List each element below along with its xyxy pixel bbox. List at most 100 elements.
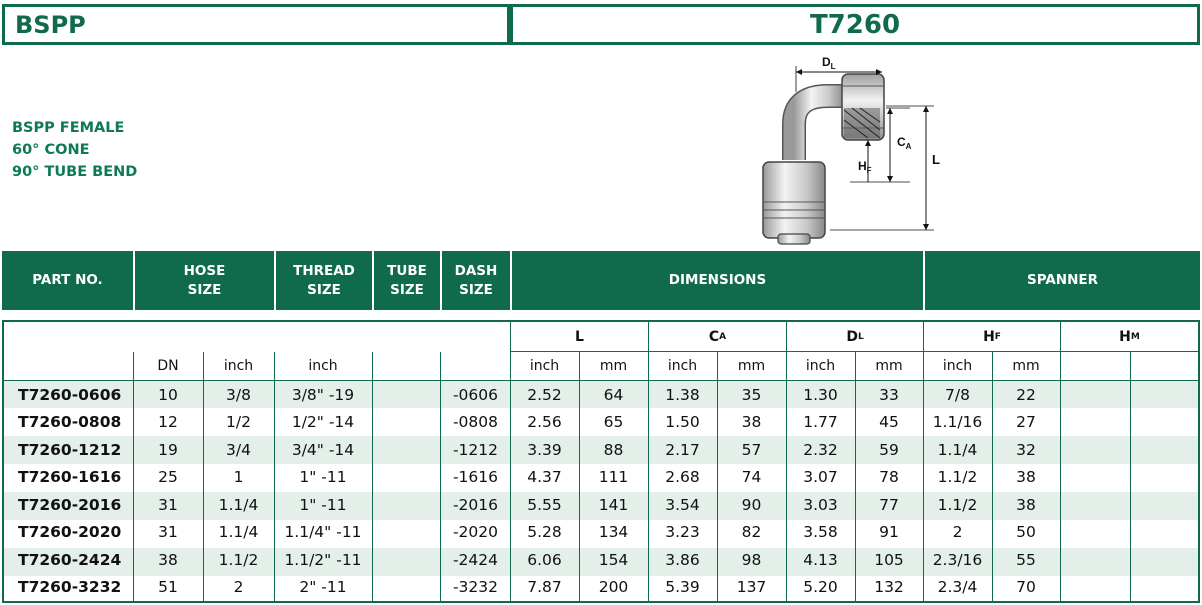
hf-mm-cell: 38 bbox=[1016, 495, 1036, 514]
ca-mm-cell: 38 bbox=[741, 413, 762, 432]
dash-cell: -0606 bbox=[452, 385, 498, 404]
ca-inch-cell: 1.38 bbox=[665, 385, 700, 404]
l-mm-cell: 111 bbox=[598, 468, 629, 487]
unit-ca-inch: inch bbox=[667, 358, 698, 374]
fitting-description: BSPP FEMALE 60° CONE 90° TUBE BEND bbox=[12, 117, 137, 183]
part-no-cell: T7260-2424 bbox=[18, 550, 122, 569]
hm-a-cell bbox=[1060, 409, 1130, 437]
hf-mm-cell: 32 bbox=[1016, 440, 1036, 459]
l-mm-cell: 65 bbox=[603, 413, 624, 432]
title-left-text: BSPP bbox=[15, 10, 86, 39]
header-tube-size: TUBE SIZE bbox=[387, 262, 427, 298]
hose-inch-cell: 3/8 bbox=[226, 385, 251, 404]
hf-inch-cell: 2 bbox=[952, 523, 963, 542]
header-thread-size: THREAD SIZE bbox=[293, 262, 355, 298]
ca-inch-cell: 2.17 bbox=[665, 440, 700, 459]
dn-cell: 12 bbox=[158, 413, 178, 432]
dl-mm-cell: 91 bbox=[879, 523, 899, 542]
l-inch-cell: 7.87 bbox=[527, 578, 562, 597]
group-ca: CA bbox=[708, 328, 727, 345]
hf-inch-cell: 2.3/16 bbox=[932, 550, 983, 569]
ca-inch-cell: 1.50 bbox=[665, 413, 700, 432]
dl-inch-cell: 1.30 bbox=[803, 385, 838, 404]
l-inch-cell: 5.55 bbox=[527, 495, 562, 514]
hm-a-cell bbox=[1060, 519, 1130, 547]
dl-inch-cell: 3.07 bbox=[803, 468, 838, 487]
description-line: 60° CONE bbox=[12, 142, 90, 158]
dl-mm-cell: 33 bbox=[879, 385, 899, 404]
header-hose-size: HOSE SIZE bbox=[183, 262, 226, 298]
hm-a-cell bbox=[1060, 546, 1130, 574]
hose-inch-cell: 1.1/2 bbox=[218, 550, 259, 569]
hf-mm-cell: 27 bbox=[1016, 413, 1036, 432]
dash-cell: -1616 bbox=[452, 468, 498, 487]
header-spanner: SPANNER bbox=[1026, 272, 1099, 288]
dn-cell: 31 bbox=[158, 523, 178, 542]
group-hf: HF bbox=[983, 328, 1001, 345]
unit-hose-inch: inch bbox=[223, 358, 254, 374]
part-no-cell: T7260-0808 bbox=[18, 413, 122, 432]
dn-cell: 19 bbox=[158, 440, 178, 459]
dl-mm-cell: 59 bbox=[879, 440, 899, 459]
unit-dl-inch: inch bbox=[805, 358, 836, 374]
tube-cell bbox=[372, 574, 440, 602]
l-mm-cell: 200 bbox=[598, 578, 629, 597]
tube-cell bbox=[372, 546, 440, 574]
ca-mm-cell: 35 bbox=[741, 385, 762, 404]
group-dl: DL bbox=[846, 328, 864, 345]
l-inch-cell: 2.52 bbox=[527, 385, 562, 404]
hm-a-cell bbox=[1060, 436, 1130, 464]
series-title-code: T7260 bbox=[510, 4, 1200, 45]
ca-mm-cell: 82 bbox=[741, 523, 762, 542]
dash-cell: -0808 bbox=[452, 413, 498, 432]
thread-cell: 1" -11 bbox=[299, 495, 347, 514]
ca-mm-cell: 74 bbox=[741, 468, 762, 487]
ca-inch-cell: 3.23 bbox=[665, 523, 700, 542]
tube-cell bbox=[372, 409, 440, 437]
header-dash-size: DASH SIZE bbox=[454, 262, 498, 298]
hm-b-cell bbox=[1130, 574, 1198, 602]
l-mm-cell: 64 bbox=[603, 385, 624, 404]
dl-mm-cell: 45 bbox=[879, 413, 899, 432]
hose-inch-cell: 2 bbox=[233, 578, 244, 597]
hf-inch-cell: 1.1/2 bbox=[937, 495, 978, 514]
ca-mm-cell: 137 bbox=[736, 578, 767, 597]
description-line: BSPP FEMALE bbox=[12, 120, 125, 136]
l-inch-cell: 2.56 bbox=[527, 413, 562, 432]
unit-thread-inch: inch bbox=[308, 358, 338, 374]
group-l: L bbox=[575, 328, 584, 345]
hm-a-cell bbox=[1060, 574, 1130, 602]
hm-b-cell bbox=[1130, 381, 1198, 409]
dl-mm-cell: 78 bbox=[879, 468, 899, 487]
hf-mm-cell: 55 bbox=[1016, 550, 1036, 569]
hf-label: HF bbox=[858, 159, 872, 175]
hose-inch-cell: 1.1/4 bbox=[218, 523, 259, 542]
ca-inch-cell: 5.39 bbox=[665, 578, 700, 597]
l-inch-cell: 5.28 bbox=[527, 523, 562, 542]
hf-mm-cell: 70 bbox=[1016, 578, 1036, 597]
ca-inch-cell: 3.86 bbox=[665, 550, 700, 569]
hf-mm-cell: 50 bbox=[1016, 523, 1036, 542]
dn-cell: 10 bbox=[158, 385, 178, 404]
hose-inch-cell: 3/4 bbox=[226, 440, 251, 459]
hm-b-cell bbox=[1130, 436, 1198, 464]
part-no-cell: T7260-1212 bbox=[18, 440, 122, 459]
dl-inch-cell: 2.32 bbox=[803, 440, 838, 459]
l-inch-cell: 4.37 bbox=[527, 468, 562, 487]
dn-cell: 25 bbox=[158, 468, 178, 487]
part-no-cell: T7260-2020 bbox=[18, 523, 122, 542]
l-mm-cell: 154 bbox=[598, 550, 629, 569]
hm-b-cell bbox=[1130, 409, 1198, 437]
tube-cell bbox=[372, 381, 440, 409]
ca-label: CA bbox=[897, 135, 912, 151]
thread-cell: 1.1/2" -11 bbox=[284, 550, 362, 569]
unit-dn: DN bbox=[157, 358, 179, 374]
thread-cell: 2" -11 bbox=[299, 578, 347, 597]
dl-mm-cell: 77 bbox=[879, 495, 899, 514]
dl-inch-cell: 5.20 bbox=[803, 578, 838, 597]
unit-ca-mm: mm bbox=[737, 358, 766, 374]
header-part-no: PART NO. bbox=[32, 272, 103, 288]
tube-cell bbox=[372, 491, 440, 519]
dash-cell: -3232 bbox=[452, 578, 498, 597]
hm-a-cell bbox=[1060, 381, 1130, 409]
